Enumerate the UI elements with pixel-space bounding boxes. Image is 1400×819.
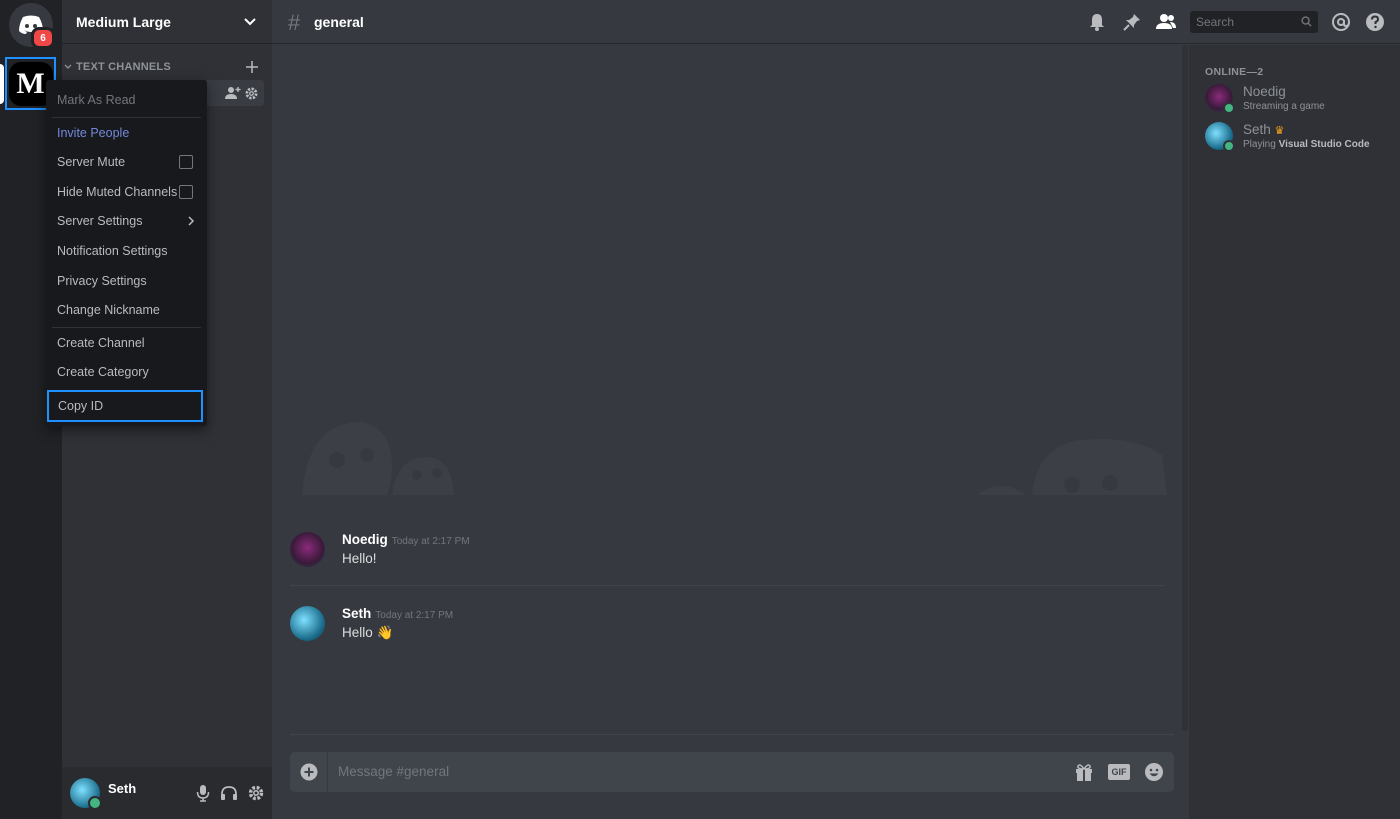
server-context-menu: Mark As Read Invite People Server Mute H… <box>46 80 207 426</box>
message-timestamp: Today at 2:17 PM <box>375 610 454 621</box>
member-list-icon[interactable] <box>1156 12 1176 32</box>
online-status-icon <box>1223 102 1235 114</box>
category-label: TEXT CHANNELS <box>76 61 171 73</box>
menu-item-copy-id[interactable]: Copy ID <box>47 390 203 422</box>
selected-server-pill <box>0 64 4 104</box>
member-item[interactable]: Seth ♛ Playing Visual Studio Code <box>1205 122 1395 156</box>
message-author[interactable]: Seth Today at 2:17 PM <box>342 606 453 621</box>
author-name: Noedig <box>342 532 388 547</box>
menu-item-server-settings[interactable]: Server Settings <box>46 207 207 235</box>
menu-item-hide-muted-channels[interactable]: Hide Muted Channels <box>46 178 207 206</box>
chevron-right-icon <box>188 216 195 226</box>
headphones-icon[interactable] <box>220 785 238 801</box>
mention-badge: 6 <box>31 27 55 49</box>
activity-game: Visual Studio Code <box>1278 139 1370 150</box>
add-channel-icon[interactable] <box>246 61 258 73</box>
menu-item-privacy-settings[interactable]: Privacy Settings <box>46 267 207 295</box>
member-activity: Streaming a game <box>1243 101 1325 112</box>
menu-item-change-nickname[interactable]: Change Nickname <box>46 296 207 324</box>
search-input[interactable]: Search <box>1190 11 1318 33</box>
menu-divider <box>52 117 201 118</box>
chat-area: Noedig Today at 2:17 PM Hello! Seth Today … <box>272 45 1188 819</box>
menu-item-server-mute[interactable]: Server Mute <box>46 148 207 176</box>
member-name: Seth ♛ <box>1243 122 1284 137</box>
members-heading: ONLINE—2 <box>1205 66 1264 78</box>
mentions-icon[interactable] <box>1331 12 1351 32</box>
activity-prefix: Playing <box>1243 139 1279 150</box>
menu-item-mark-as-read[interactable]: Mark As Read <box>46 86 207 114</box>
menu-item-label: Server Mute <box>57 155 126 169</box>
user-name: Seth <box>108 780 137 796</box>
search-icon <box>1301 16 1312 27</box>
composer-divider <box>290 734 1174 735</box>
crown-icon: ♛ <box>1274 125 1285 137</box>
scrollbar[interactable] <box>1182 45 1188 731</box>
message-text: Hello! <box>342 551 377 566</box>
upload-button[interactable] <box>290 752 328 792</box>
member-list: ONLINE—2 Noedig Streaming a game Seth ♛ … <box>1189 45 1400 819</box>
menu-item-notification-settings[interactable]: Notification Settings <box>46 237 207 265</box>
menu-item-create-category[interactable]: Create Category <box>46 358 207 386</box>
notification-bell-icon[interactable] <box>1087 12 1107 32</box>
message-composer[interactable]: Message #general GIF <box>290 752 1174 792</box>
search-placeholder: Search <box>1196 15 1235 29</box>
channel-hash-icon: # <box>288 10 301 35</box>
member-item[interactable]: Noedig Streaming a game <box>1205 84 1395 118</box>
emoji-icon[interactable] <box>1144 762 1164 782</box>
gif-label: GIF <box>1111 767 1127 777</box>
message-input[interactable]: Message #general <box>338 764 449 779</box>
gift-icon[interactable] <box>1074 762 1094 782</box>
home-button[interactable]: 6 <box>9 3 55 49</box>
microphone-icon[interactable] <box>196 784 210 802</box>
avatar[interactable] <box>290 532 325 567</box>
message-author[interactable]: Noedig Today at 2:17 PM <box>342 532 470 547</box>
user-panel: Seth <box>62 767 272 819</box>
guild-header[interactable]: Medium Large <box>62 0 272 44</box>
menu-item-label: Hide Muted Channels <box>57 185 178 199</box>
background-wumpus-art <box>302 422 1167 495</box>
author-name: Seth <box>342 606 372 621</box>
server-mute-checkbox[interactable] <box>179 155 193 169</box>
channel-title: general <box>314 14 364 30</box>
avatar[interactable] <box>70 778 102 810</box>
collapse-arrow-icon <box>64 64 72 69</box>
online-status-icon <box>1223 140 1235 152</box>
member-name-text: Seth <box>1243 122 1271 137</box>
guild-name: Medium Large <box>76 13 171 30</box>
chevron-down-icon <box>244 17 256 25</box>
gear-icon[interactable] <box>245 86 258 100</box>
online-status-icon <box>88 796 102 810</box>
pinned-messages-icon[interactable] <box>1122 12 1142 32</box>
member-activity: Playing Visual Studio Code <box>1243 139 1370 150</box>
message-text: Hello 👋 <box>342 625 394 640</box>
member-name: Noedig <box>1243 84 1286 99</box>
invite-icon[interactable] <box>225 86 241 100</box>
menu-divider <box>52 327 201 328</box>
add-circle-icon <box>300 763 317 781</box>
hide-muted-checkbox[interactable] <box>179 185 193 199</box>
help-icon[interactable] <box>1365 12 1385 32</box>
menu-item-invite-people[interactable]: Invite People <box>46 119 207 147</box>
gif-button[interactable]: GIF <box>1108 764 1130 780</box>
avatar[interactable] <box>290 606 325 641</box>
category-text-channels[interactable]: TEXT CHANNELS <box>62 58 272 76</box>
menu-item-create-channel[interactable]: Create Channel <box>46 329 207 357</box>
user-settings-gear-icon[interactable] <box>248 785 264 801</box>
menu-item-label: Server Settings <box>57 214 143 228</box>
message-timestamp: Today at 2:17 PM <box>391 536 470 547</box>
channel-header: # general Search <box>272 0 1400 44</box>
message-divider <box>290 585 1164 586</box>
